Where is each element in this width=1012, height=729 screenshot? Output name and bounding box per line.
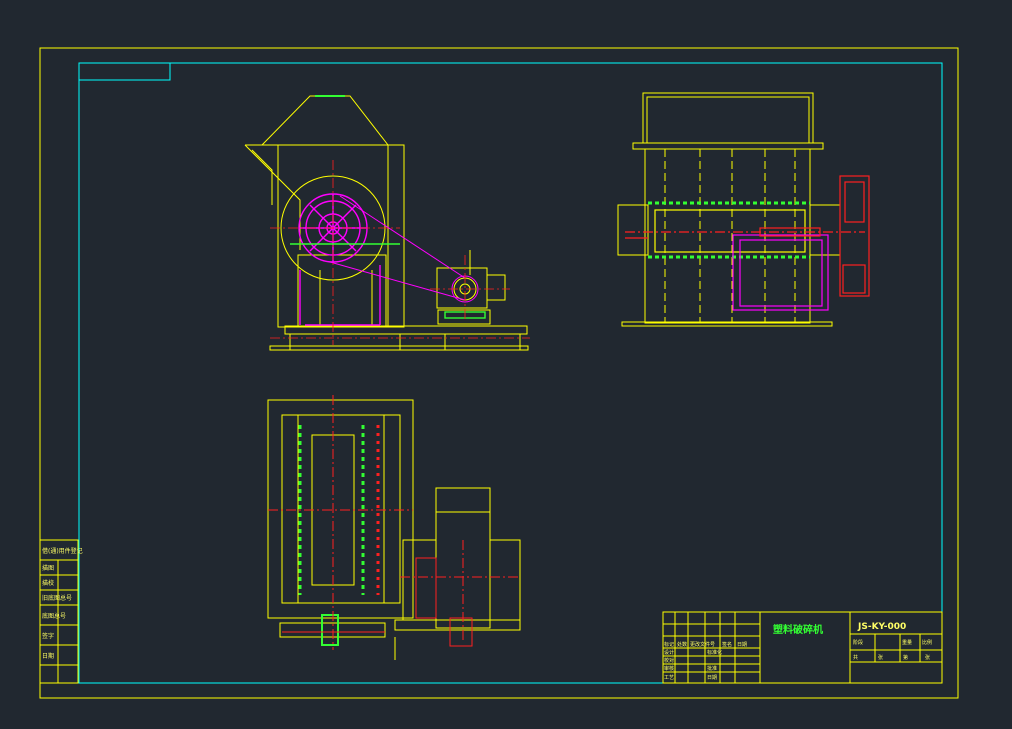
side-view-rotor: [625, 175, 870, 311]
side-block-row-1: 描图: [42, 564, 54, 572]
side-block-row-4: 底图总号: [42, 612, 66, 620]
tb-role-2: 审核: [664, 665, 674, 672]
tb-small-1: 批准: [707, 665, 717, 672]
tb-header-2: 更改文件号: [690, 641, 715, 648]
corner-tag-box: [78, 62, 171, 81]
tb-small-2: 日期: [707, 675, 717, 681]
tb-right-footer-0: 共: [853, 654, 858, 661]
tb-right-header-0: 阶段: [853, 639, 863, 646]
tb-role-0: 设计: [664, 649, 674, 656]
drawing-name: 塑料破碎机: [773, 623, 823, 636]
tb-header-4: 日期: [737, 642, 747, 648]
tb-role-1: 校对: [664, 657, 674, 664]
side-block-row-0: 借(通)用件登记: [42, 547, 83, 555]
side-block-row-3: 旧底图总号: [42, 594, 72, 602]
tb-right-header-1: 重量: [902, 639, 912, 646]
tb-header-0: 标记: [664, 641, 674, 648]
outer-frame: [39, 47, 959, 699]
tb-right-footer-1: 张: [878, 654, 883, 661]
inner-frame: [78, 62, 943, 684]
drawing-number: JS-KY-000: [857, 622, 906, 632]
tb-header-1: 处数: [677, 641, 687, 648]
tb-role-3: 工艺: [664, 675, 674, 681]
top-view-details: [268, 395, 520, 650]
side-block-row-2: 描校: [42, 579, 54, 587]
cad-drawing-canvas[interactable]: 借(通)用件登记 描图 描校 旧底图总号 底图总号 签字 日期 塑料破碎机 JS…: [0, 0, 1012, 729]
side-block: 借(通)用件登记 描图 描校 旧底图总号 底图总号 签字 日期: [39, 539, 83, 684]
side-block-row-6: 日期: [42, 652, 54, 660]
top-view: [267, 399, 521, 660]
tb-right-footer-3: 张: [925, 654, 930, 661]
tb-header-3: 签名: [722, 641, 732, 648]
tb-small-0: 标准化: [707, 649, 722, 656]
tb-right-footer-2: 第: [903, 654, 908, 661]
tb-right-header-2: 比例: [922, 639, 932, 646]
side-block-row-5: 签字: [42, 632, 54, 640]
